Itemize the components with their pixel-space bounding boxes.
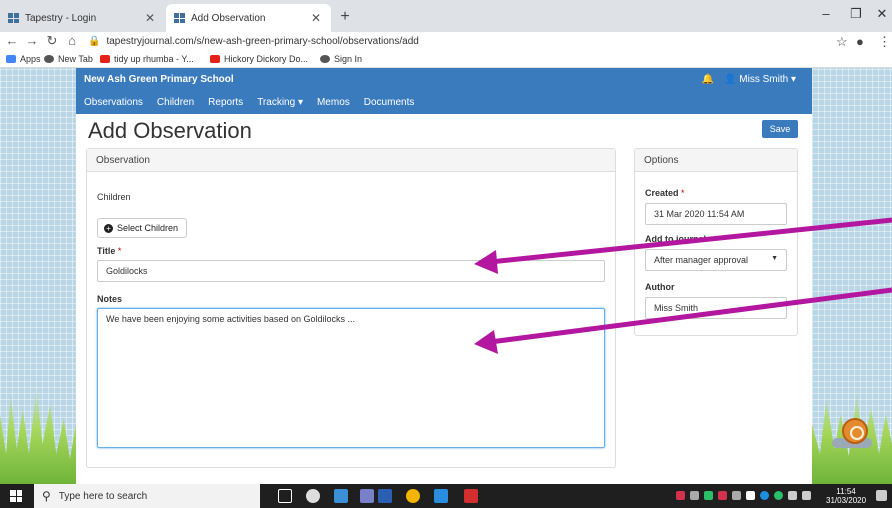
bookmark-tidy-up-rhumba[interactable]: tidy up rhumba - Y... (100, 54, 194, 64)
profile-icon[interactable]: ● (856, 34, 864, 49)
apps-icon (6, 55, 16, 63)
taskbar-clock[interactable]: 11:54 31/03/2020 (826, 487, 866, 505)
save-button[interactable]: Save (762, 120, 798, 138)
chrome-icon[interactable] (406, 489, 420, 503)
nav-memos[interactable]: Memos (317, 97, 350, 108)
tray-icon[interactable] (676, 491, 685, 500)
youtube-icon (100, 55, 110, 63)
new-tab-button[interactable]: + (336, 8, 354, 26)
task-view-icon[interactable] (278, 489, 292, 503)
bookmark-new-tab[interactable]: New Tab (44, 54, 93, 64)
notes-label: Notes (97, 294, 123, 304)
url-text: tapestryjournal.com/s/new-ash-green-prim… (106, 36, 419, 47)
search-icon: ⚲ (42, 489, 51, 503)
tray-icon[interactable] (718, 491, 727, 500)
caret-down-icon: ▼ (771, 303, 778, 310)
mail-icon[interactable] (334, 489, 348, 503)
minimize-icon[interactable]: – (816, 6, 836, 21)
windows-taskbar: ⚲ Type here to search 11:54 31/03/2020 (0, 484, 892, 508)
add-to-journal-select[interactable]: After manager approval ▼ (645, 249, 787, 271)
bookmark-apps[interactable]: Apps (6, 54, 41, 64)
web-page: New Ash Green Primary School Observation… (0, 68, 892, 484)
word-icon[interactable] (378, 489, 392, 503)
main-content: Add Observation Save Observation Childre… (76, 114, 812, 484)
page-title: Add Observation (88, 118, 252, 143)
author-label: Author (645, 282, 675, 292)
add-to-journal-label: Add to journal (645, 234, 706, 244)
top-navigation: New Ash Green Primary School Observation… (76, 68, 812, 114)
reload-icon[interactable]: ↻ (44, 33, 60, 49)
acrobat-icon[interactable] (464, 489, 478, 503)
close-icon[interactable]: ✕ (309, 11, 323, 25)
globe-icon (44, 55, 54, 63)
nav-documents[interactable]: Documents (364, 97, 415, 108)
title-input[interactable]: Goldilocks (97, 260, 605, 282)
close-icon[interactable]: ✕ (143, 11, 157, 25)
tab-add-observation[interactable]: Add Observation ✕ (166, 4, 331, 32)
nav-observations[interactable]: Observations (84, 97, 143, 108)
bell-icon[interactable]: 🔔 (702, 74, 714, 85)
youtube-icon (210, 55, 220, 63)
tray-icon[interactable] (732, 491, 741, 500)
snail-decoration (832, 418, 872, 450)
caret-down-icon: ▼ (771, 255, 778, 262)
menu-icon[interactable]: ⋮ (878, 34, 891, 50)
star-icon[interactable]: ☆ (836, 34, 848, 50)
battery-icon[interactable] (802, 491, 811, 500)
tray-icon[interactable] (774, 491, 783, 500)
photos-icon[interactable] (360, 489, 374, 503)
bluetooth-icon[interactable] (760, 491, 769, 500)
back-icon[interactable]: ← (4, 33, 20, 48)
tab-title: Add Observation (191, 12, 266, 24)
forward-icon[interactable]: → (24, 33, 40, 48)
restore-icon[interactable]: ❐ (846, 6, 866, 22)
tapestry-favicon-icon (8, 13, 19, 23)
notes-textarea[interactable]: We have been enjoying some activities ba… (97, 308, 605, 448)
url-field[interactable]: 🔒 tapestryjournal.com/s/new-ash-green-pri… (88, 36, 419, 47)
tray-icon[interactable] (704, 491, 713, 500)
dropbox-icon[interactable] (746, 491, 755, 500)
tray-icon[interactable] (690, 491, 699, 500)
user-icon: 👤 (724, 74, 737, 85)
taskbar-search[interactable]: ⚲ Type here to search (34, 484, 260, 508)
clock-date: 31/03/2020 (826, 496, 867, 505)
close-window-icon[interactable]: ✕ (872, 6, 892, 22)
bookmarks-bar: Apps New Tab tidy up rhumba - Y... Hicko… (0, 52, 892, 68)
windows-start-icon[interactable] (10, 490, 22, 502)
browser-tab-bar: Tapestry - Login ✕ Add Observation ✕ + –… (0, 0, 892, 32)
children-label: Children (97, 192, 131, 202)
tab-title: Tapestry - Login (25, 12, 97, 24)
created-input[interactable]: 31 Mar 2020 11:54 AM (645, 203, 787, 225)
bookmark-hickory-dickory[interactable]: Hickory Dickory Do... (210, 54, 308, 64)
options-panel-header: Options (635, 149, 797, 172)
observation-panel-header: Observation (87, 149, 615, 172)
tapestry-favicon-icon (174, 13, 185, 23)
tab-tapestry-login[interactable]: Tapestry - Login ✕ (0, 4, 165, 32)
nav-tracking[interactable]: Tracking ▾ (257, 97, 303, 108)
settings-icon[interactable] (306, 489, 320, 503)
title-label: Title * (97, 246, 122, 256)
school-name[interactable]: New Ash Green Primary School (84, 74, 234, 85)
created-label: Created * (645, 188, 685, 198)
plus-circle-icon: + (104, 223, 113, 233)
user-area: 🔔 👤 Miss Smith ▾ (702, 74, 796, 85)
bookmark-sign-in[interactable]: Sign In (320, 54, 362, 64)
select-children-button[interactable]: + Select Children (97, 218, 187, 238)
home-icon[interactable]: ⌂ (64, 33, 80, 48)
author-select[interactable]: Miss Smith ▼ (645, 297, 787, 319)
observation-panel: Observation Children + Select Children Ti… (86, 148, 616, 468)
options-panel: Options Created * 31 Mar 2020 11:54 AM A… (634, 148, 798, 336)
clock-time: 11:54 (836, 487, 856, 496)
globe-icon (320, 55, 330, 63)
nav-children[interactable]: Children (157, 97, 194, 108)
nav-reports[interactable]: Reports (208, 97, 243, 108)
app-icon[interactable] (434, 489, 448, 503)
address-bar: ← → ↻ ⌂ 🔒 tapestryjournal.com/s/new-ash-g… (0, 32, 892, 52)
user-menu[interactable]: 👤 Miss Smith ▾ (724, 74, 796, 85)
volume-icon[interactable] (788, 491, 797, 500)
lock-icon: 🔒 (88, 36, 101, 47)
notification-icon[interactable] (876, 490, 887, 501)
nav-links: Observations Children Reports Tracking ▾… (84, 97, 414, 108)
